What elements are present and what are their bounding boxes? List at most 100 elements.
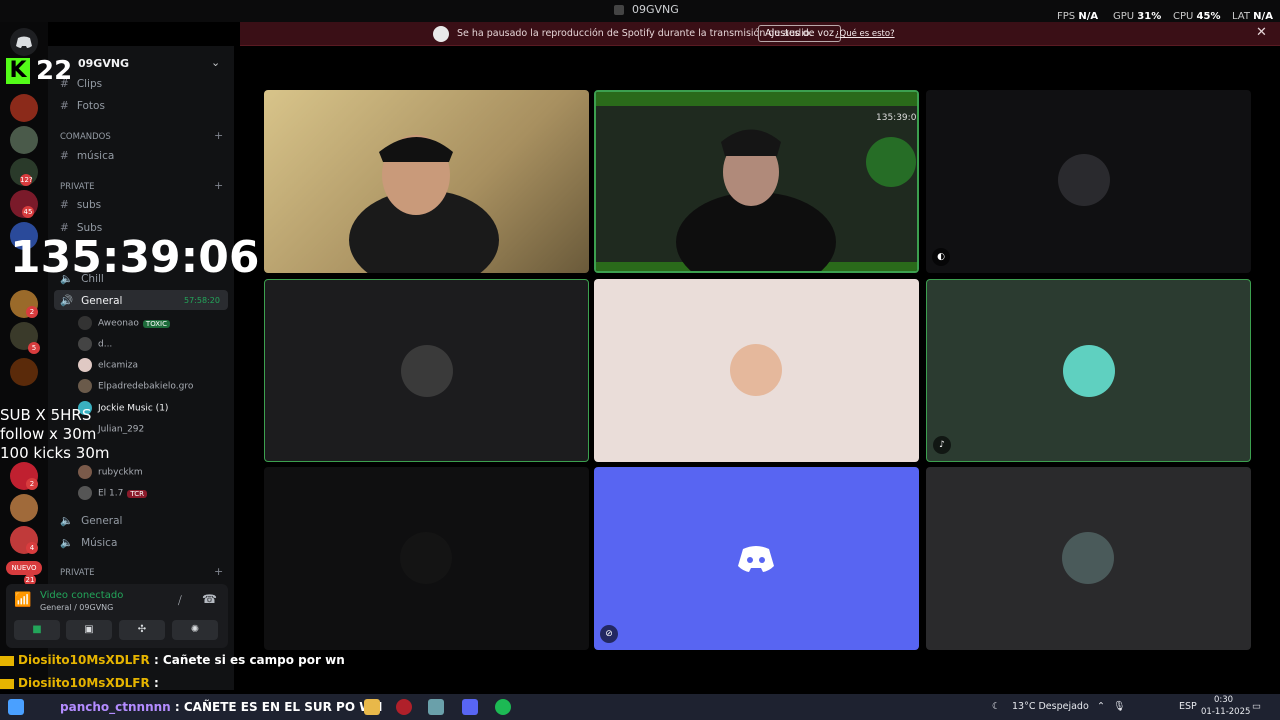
voice-connected-panel: 📶 Video conectado General / 09GVNG ⧸ ☎ ■…	[6, 584, 228, 648]
app-icon[interactable]	[396, 699, 412, 715]
title-bar: 09GVNG FPS N/A GPU 31% CPU 45% LAT N/A	[0, 0, 1280, 22]
goal-line-1: SUB X 5HRS	[0, 406, 92, 424]
spotify-icon	[433, 26, 449, 42]
latency-readout: LAT N/A	[1232, 11, 1273, 22]
activities-button[interactable]: ✣	[119, 620, 165, 640]
avatar	[1063, 345, 1115, 397]
server-name[interactable]: 09GVNG	[78, 57, 129, 70]
voice-member[interactable]: d...	[78, 337, 112, 351]
what-is-this-link[interactable]: ¿Qué es esto?	[835, 29, 895, 39]
spotify-notice-bar: Se ha pausado la reproducción de Spotify…	[240, 22, 1280, 46]
video-tile[interactable]: ⊘	[594, 467, 919, 650]
noise-suppression-icon[interactable]: ⧸	[178, 594, 182, 608]
fps-readout: FPS N/A	[1057, 11, 1099, 22]
avatar	[400, 532, 452, 584]
chat-message: Diosiito10MsXDLFR : Cañete si es campo p…	[0, 653, 345, 667]
clock-date[interactable]: 01-11-2025	[1201, 707, 1250, 717]
category-private[interactable]: Private	[60, 182, 95, 192]
avatar	[730, 344, 782, 396]
gpu-readout: GPU 31%	[1113, 11, 1162, 22]
voice-member[interactable]: elcamiza	[78, 358, 138, 372]
muted-mic-icon: ⊘	[600, 625, 618, 643]
tray-chevron-icon[interactable]: ⌃	[1097, 701, 1105, 712]
voice-channel-general-2[interactable]: 🔈 General	[60, 514, 122, 527]
close-icon[interactable]: ✕	[1256, 25, 1267, 40]
cpu-readout: CPU 45%	[1173, 11, 1221, 22]
voice-timer: 57:58:20	[184, 296, 220, 305]
kick-logo-icon: K	[6, 58, 30, 84]
music-bot-icon: ♪	[933, 436, 951, 454]
weather-readout[interactable]: 13°C Despejado	[1012, 701, 1089, 712]
video-tile[interactable]: ◐	[926, 90, 1251, 273]
add-channel-icon[interactable]: +	[214, 179, 223, 192]
mic-icon[interactable]: 🎙	[1113, 701, 1125, 712]
notification-icon[interactable]: ▭	[1252, 701, 1261, 712]
signal-icon[interactable]: 📶	[14, 592, 32, 610]
voice-settings-button[interactable]: Ajustes de voz	[758, 25, 841, 42]
speaker-icon: 🔈	[60, 515, 74, 527]
category-private-2[interactable]: Private	[60, 568, 95, 578]
spotify-taskbar-icon[interactable]	[495, 699, 511, 715]
speaker-icon: 🔈	[60, 537, 74, 549]
avatar	[78, 358, 92, 372]
add-channel-icon[interactable]: +	[214, 565, 223, 578]
category-comandos[interactable]: COMANDOS	[60, 132, 111, 142]
video-tile[interactable]	[926, 467, 1251, 650]
avatar	[1062, 532, 1114, 584]
server-icon[interactable]	[10, 94, 38, 122]
voice-channel-musica[interactable]: 🔈 Música	[60, 536, 117, 549]
video-tile[interactable]	[594, 279, 919, 462]
video-tile-stream[interactable]: 135:39:06	[594, 90, 919, 273]
voice-channel-general[interactable]: 🔊 General	[60, 294, 122, 307]
file-explorer-icon[interactable]	[364, 699, 380, 715]
svg-text:135:39:06: 135:39:06	[876, 113, 918, 123]
camera-button[interactable]: ■	[14, 620, 60, 640]
server-icon[interactable]	[10, 494, 38, 522]
start-icon[interactable]	[8, 699, 24, 715]
disconnect-icon[interactable]: ☎	[202, 592, 217, 606]
voice-member[interactable]: Aweonao TOXIC	[78, 316, 171, 330]
voice-member[interactable]: Jockie Music (1)	[78, 401, 168, 415]
soundboard-button[interactable]: ✺	[172, 620, 218, 640]
unread-badge: 2	[26, 478, 38, 490]
avatar	[78, 486, 92, 500]
channel-fotos[interactable]: # Fotos	[60, 100, 105, 112]
weather-icon: ☾	[992, 701, 1001, 712]
channel-subs[interactable]: # subs	[60, 199, 101, 211]
app-icon[interactable]	[428, 699, 444, 715]
clock-time[interactable]: 0:30	[1214, 695, 1233, 705]
add-channel-icon[interactable]: +	[214, 129, 223, 142]
chevron-down-icon[interactable]: ⌄	[211, 56, 220, 69]
discord-logo-icon	[738, 546, 774, 572]
voice-member[interactable]: El 1.7 TCR	[78, 486, 147, 500]
discord-taskbar-icon[interactable]	[462, 699, 478, 715]
goal-line-3: 100 kicks 30m	[0, 444, 110, 462]
video-tile[interactable]: ♪	[926, 279, 1251, 462]
window-title: 09GVNG	[632, 3, 679, 16]
avatar	[1058, 154, 1110, 206]
unread-badge: 4	[26, 542, 38, 554]
screen-share-button[interactable]: ▣	[66, 620, 112, 640]
hash-icon: #	[60, 199, 69, 211]
language-indicator[interactable]: ESP	[1179, 701, 1197, 712]
unread-badge: 5	[28, 342, 40, 354]
server-icon[interactable]	[10, 358, 38, 386]
avatar	[78, 465, 92, 479]
discord-home-icon[interactable]	[10, 28, 38, 56]
server-icon[interactable]	[10, 126, 38, 154]
voice-member[interactable]: Elpadredebakielo.gro	[78, 379, 193, 393]
video-tile[interactable]	[264, 279, 589, 462]
chat-message: pancho_ctnnnnn : CAÑETE ES EN EL SUR PO …	[60, 700, 383, 714]
avatar	[401, 345, 453, 397]
subathon-timer: 135:39:06	[10, 232, 260, 283]
voice-channel-path[interactable]: General / 09GVNG	[40, 603, 113, 612]
hash-icon: #	[60, 150, 69, 162]
goal-line-2: follow x 30m	[0, 425, 97, 443]
voice-member[interactable]: rubyckkm	[78, 465, 143, 479]
stream-feed: 135:39:06	[596, 92, 918, 271]
channel-musica[interactable]: # música	[60, 150, 114, 162]
video-tile[interactable]	[264, 90, 589, 273]
video-tile[interactable]	[264, 467, 589, 650]
streaming-icon: ◐	[932, 248, 950, 266]
taskbar: pancho_ctnnnnn : CAÑETE ES EN EL SUR PO …	[0, 694, 1280, 720]
